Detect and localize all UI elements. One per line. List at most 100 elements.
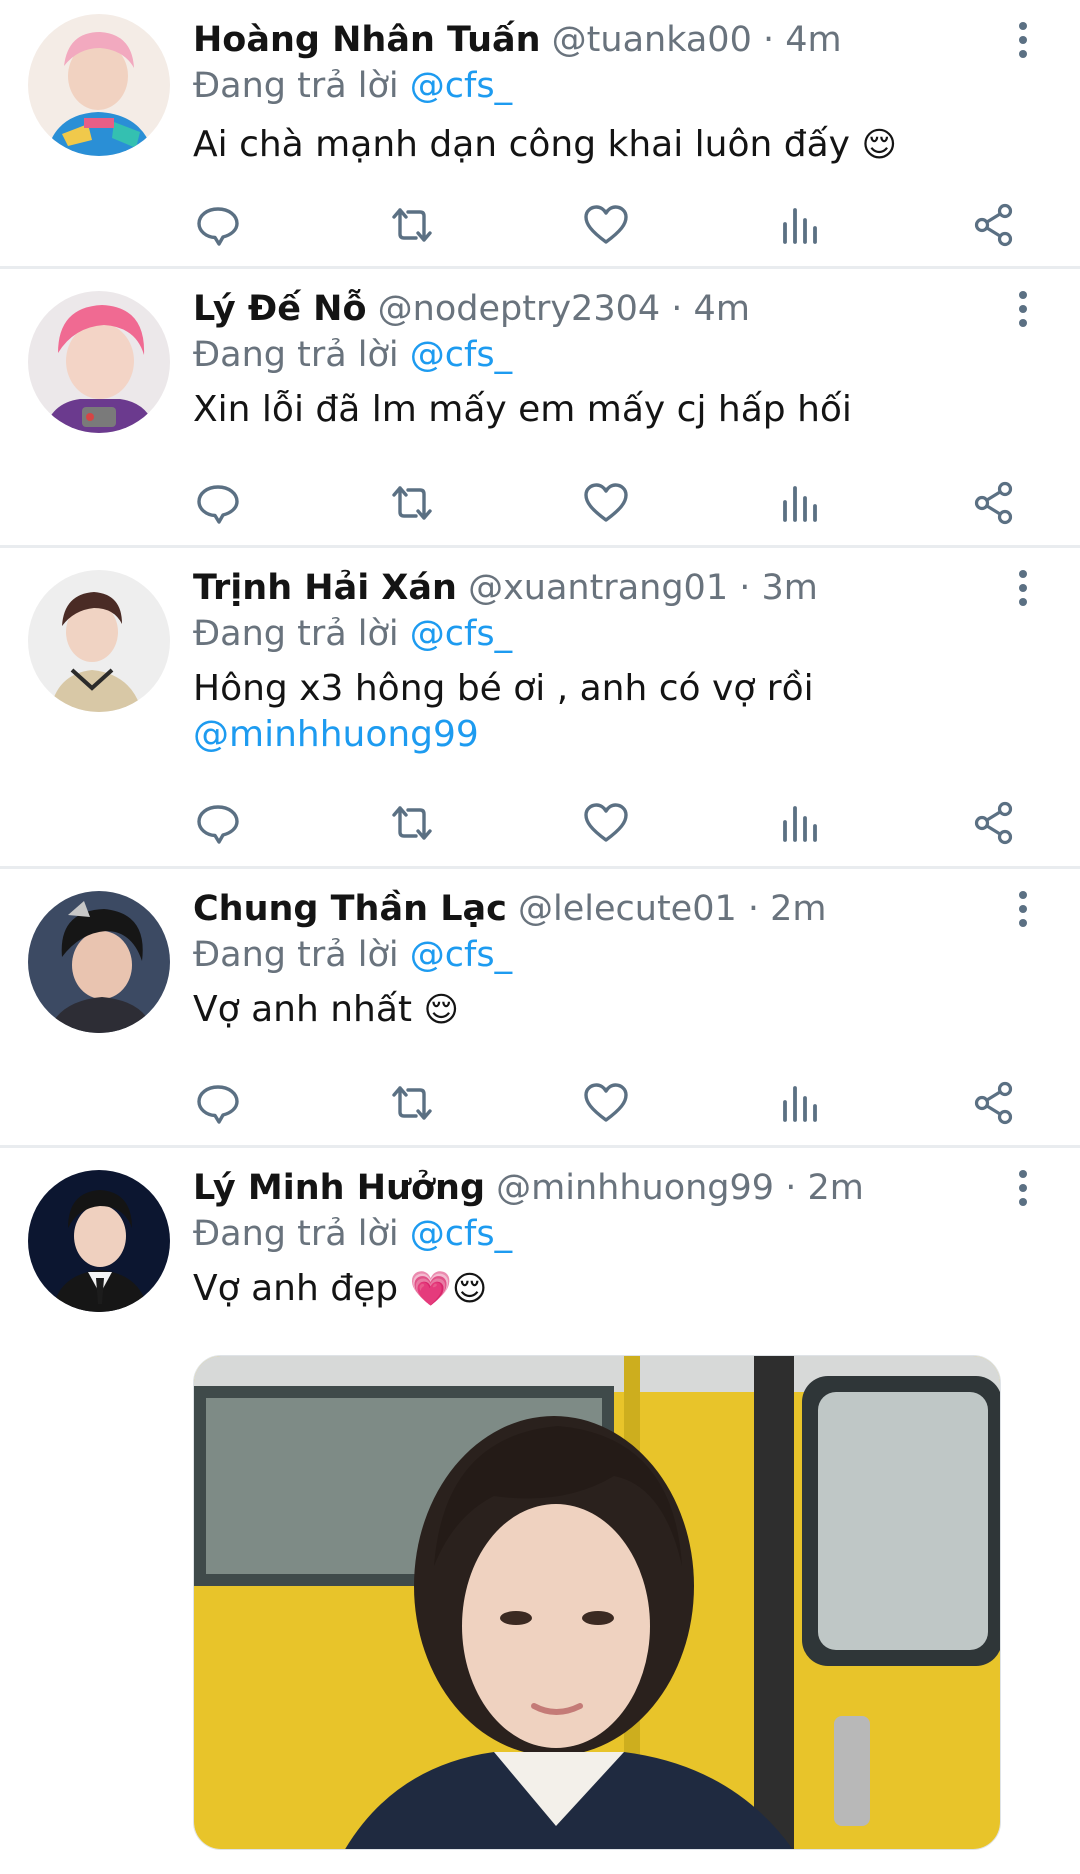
heart-icon (581, 1078, 631, 1128)
avatar[interactable] (28, 1170, 170, 1312)
avatar[interactable] (28, 891, 170, 1033)
analytics-icon (775, 200, 825, 250)
reply-button[interactable] (193, 1078, 243, 1128)
more-options-button[interactable] (1008, 885, 1038, 933)
retweet-button[interactable] (387, 478, 437, 528)
timestamp[interactable]: 3m (762, 568, 818, 608)
tweet-actions (193, 798, 1033, 848)
tweet-text: Vợ anh đẹp 💗😌 (193, 1266, 990, 1312)
avatar[interactable] (28, 291, 170, 433)
reply-icon (193, 1078, 243, 1128)
emoji: 💗😌 (409, 1269, 488, 1309)
like-button[interactable] (581, 798, 631, 848)
retweet-button[interactable] (387, 798, 437, 848)
reply-button[interactable] (193, 478, 243, 528)
handle[interactable]: @minhhuong99 (496, 1168, 774, 1208)
text-mention-link[interactable]: @minhhuong99 (193, 712, 990, 758)
more-options-button[interactable] (1008, 16, 1038, 64)
tweet-2[interactable]: Lý Đế Nỗ @nodeptry2304 · 4m Đang trả lời… (0, 269, 1080, 545)
retweet-icon (387, 1078, 437, 1128)
replying-to-mention[interactable]: @cfs_ (410, 614, 512, 654)
replying-prefix: Đang trả lời (193, 935, 399, 975)
replying-prefix: Đang trả lời (193, 614, 399, 654)
tweet-header: Lý Đế Nỗ @nodeptry2304 · 4m (193, 287, 970, 331)
emoji: 😌 (861, 125, 897, 165)
tweet-header: Lý Minh Hưởng @minhhuong99 · 2m (193, 1166, 970, 1210)
replying-to-mention[interactable]: @cfs_ (410, 935, 512, 975)
handle[interactable]: @nodeptry2304 (378, 289, 660, 329)
analytics-button[interactable] (775, 200, 825, 250)
reply-button[interactable] (193, 798, 243, 848)
tweet-header: Hoàng Nhân Tuấn @tuanka00 · 4m (193, 18, 970, 62)
tweet-actions (193, 478, 1033, 528)
heart-icon (581, 478, 631, 528)
share-icon (969, 1078, 1019, 1128)
analytics-icon (775, 478, 825, 528)
analytics-button[interactable] (775, 478, 825, 528)
display-name[interactable]: Hoàng Nhân Tuấn (193, 20, 541, 60)
replying-to: Đang trả lời @cfs_ (193, 64, 512, 108)
reply-icon (193, 200, 243, 250)
tweet-text: Xin lỗi đã lm mấy em mấy cj hấp hối (193, 387, 990, 433)
replying-prefix: Đang trả lời (193, 335, 399, 375)
share-button[interactable] (969, 1078, 1019, 1128)
analytics-icon (775, 798, 825, 848)
handle[interactable]: @xuantrang01 (468, 568, 728, 608)
separator: · (785, 1168, 797, 1208)
display-name[interactable]: Trịnh Hải Xán (193, 568, 457, 608)
share-icon (969, 798, 1019, 848)
more-options-button[interactable] (1008, 285, 1038, 333)
tweet-text: Ai chà mạnh dạn công khai luôn đấy 😌 (193, 122, 990, 168)
like-button[interactable] (581, 1078, 631, 1128)
replying-to-mention[interactable]: @cfs_ (410, 1214, 512, 1254)
avatar[interactable] (28, 14, 170, 156)
timestamp[interactable]: 2m (770, 889, 826, 929)
separator: · (739, 568, 751, 608)
display-name[interactable]: Lý Minh Hưởng (193, 1168, 485, 1208)
avatar[interactable] (28, 570, 170, 712)
heart-icon (581, 798, 631, 848)
timestamp[interactable]: 4m (785, 20, 841, 60)
separator: · (747, 889, 760, 929)
display-name[interactable]: Lý Đế Nỗ (193, 289, 367, 329)
separator: · (763, 20, 775, 60)
tweet-actions (193, 200, 1033, 250)
more-options-button[interactable] (1008, 1164, 1038, 1212)
share-button[interactable] (969, 798, 1019, 848)
reply-icon (193, 478, 243, 528)
tweet-1[interactable]: Hoàng Nhân Tuấn @tuanka00 · 4m Đang trả … (0, 0, 1080, 268)
tweet-actions (193, 1078, 1033, 1128)
handle[interactable]: @tuanka00 (552, 20, 752, 60)
more-vertical-icon (1008, 285, 1038, 333)
analytics-button[interactable] (775, 1078, 825, 1128)
handle[interactable]: @lelecute01 (518, 889, 737, 929)
tweet-4[interactable]: Chung Thần Lạc @lelecute01 · 2m Đang trả… (0, 869, 1080, 1145)
reply-button[interactable] (193, 200, 243, 250)
replying-to: Đang trả lời @cfs_ (193, 933, 512, 977)
display-name[interactable]: Chung Thần Lạc (193, 889, 507, 929)
more-vertical-icon (1008, 564, 1038, 612)
timestamp[interactable]: 2m (807, 1168, 863, 1208)
retweet-button[interactable] (387, 1078, 437, 1128)
tweet-text-content: Xin lỗi đã lm mấy em mấy cj hấp hối (193, 389, 852, 430)
replying-to: Đang trả lời @cfs_ (193, 1212, 512, 1256)
tweet-text: Vợ anh nhất 😌 (193, 987, 990, 1033)
like-button[interactable] (581, 200, 631, 250)
more-vertical-icon (1008, 885, 1038, 933)
replying-to-mention[interactable]: @cfs_ (410, 335, 512, 375)
share-icon (969, 200, 1019, 250)
analytics-button[interactable] (775, 798, 825, 848)
like-button[interactable] (581, 478, 631, 528)
share-button[interactable] (969, 478, 1019, 528)
replying-prefix: Đang trả lời (193, 66, 399, 106)
share-button[interactable] (969, 200, 1019, 250)
heart-icon (581, 200, 631, 250)
more-options-button[interactable] (1008, 564, 1038, 612)
retweet-button[interactable] (387, 200, 437, 250)
timestamp[interactable]: 4m (694, 289, 750, 329)
tweet-3[interactable]: Trịnh Hải Xán @xuantrang01 · 3m Đang trả… (0, 548, 1080, 866)
replying-prefix: Đang trả lời (193, 1214, 399, 1254)
tweet-media-photo[interactable] (193, 1355, 1001, 1850)
replying-to-mention[interactable]: @cfs_ (410, 66, 512, 106)
more-vertical-icon (1008, 16, 1038, 64)
